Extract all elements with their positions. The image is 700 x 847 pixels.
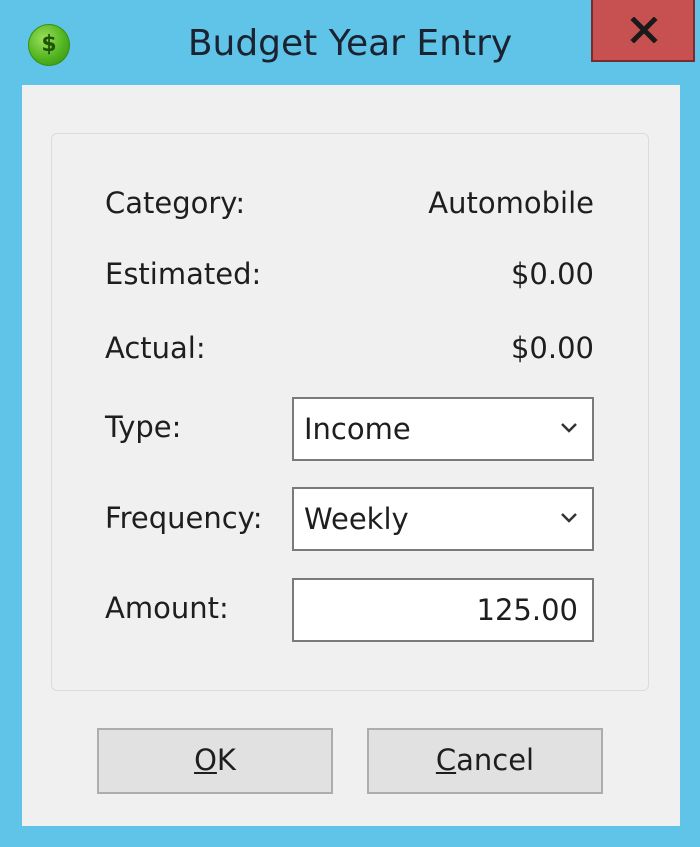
ok-label-rest: K: [216, 743, 236, 777]
category-label: Category:: [105, 186, 246, 220]
cancel-label-rest: ancel: [456, 743, 535, 777]
dialog-client-area: Category: Automobile Estimated: $0.00 Ac…: [22, 85, 680, 826]
amount-input[interactable]: 125.00: [292, 578, 594, 642]
dollar-coin-icon: $: [28, 24, 70, 66]
frequency-label: Frequency:: [105, 501, 263, 535]
estimated-value: $0.00: [510, 257, 594, 291]
amount-value: 125.00: [476, 593, 578, 627]
cancel-mnemonic: C: [435, 743, 457, 777]
actual-label: Actual:: [105, 331, 206, 365]
estimated-label: Estimated:: [105, 257, 262, 291]
dialog-window: $ Budget Year Entry Category: Automobile…: [0, 0, 700, 847]
amount-label: Amount:: [105, 591, 229, 625]
close-icon: [630, 17, 658, 43]
window-title: Budget Year Entry: [187, 23, 513, 64]
type-selected-value: Income: [304, 412, 411, 446]
dollar-glyph: $: [41, 32, 57, 57]
ok-button[interactable]: OK: [97, 728, 333, 794]
category-value: Automobile: [428, 186, 594, 220]
ok-mnemonic: O: [194, 743, 217, 777]
entry-group-box: Category: Automobile Estimated: $0.00 Ac…: [51, 133, 649, 691]
type-dropdown[interactable]: Income: [292, 397, 594, 461]
frequency-selected-value: Weekly: [304, 502, 409, 536]
chevron-down-icon: [561, 513, 577, 523]
type-label: Type:: [105, 410, 182, 444]
frequency-dropdown[interactable]: Weekly: [292, 487, 594, 551]
title-bar[interactable]: $ Budget Year Entry: [0, 0, 700, 84]
close-button[interactable]: [591, 0, 695, 62]
actual-value: $0.00: [510, 331, 594, 365]
chevron-down-icon: [561, 423, 577, 433]
cancel-button[interactable]: Cancel: [367, 728, 603, 794]
